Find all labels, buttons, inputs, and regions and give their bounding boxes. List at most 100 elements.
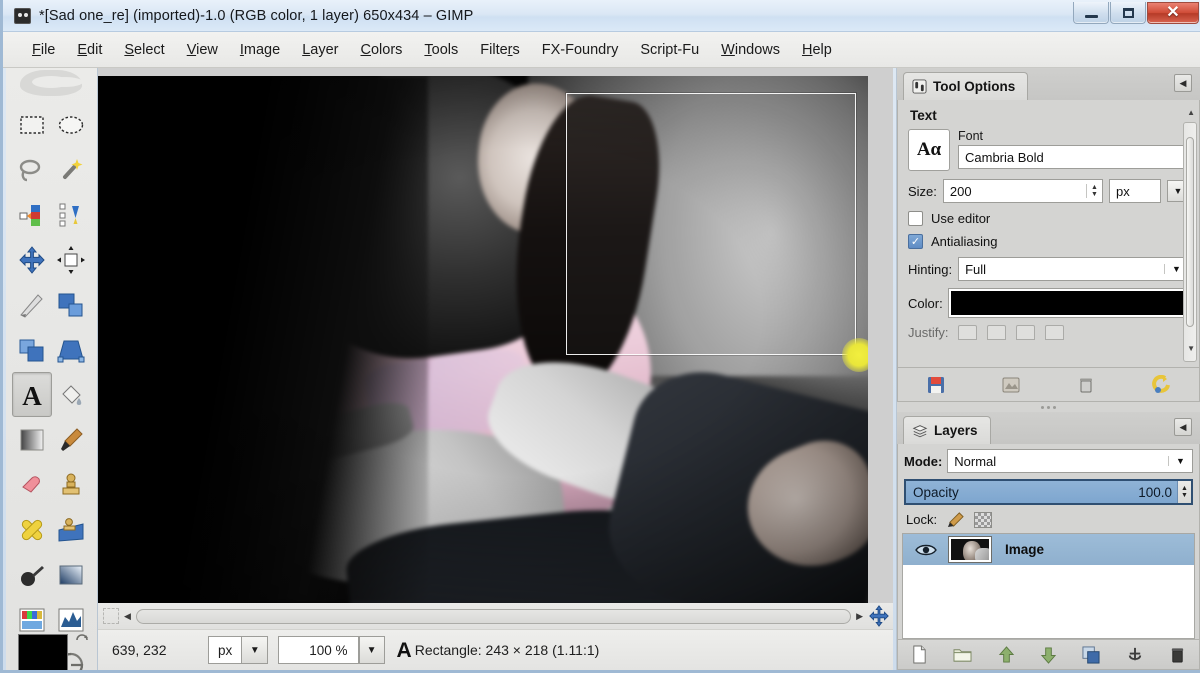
- size-unit-select[interactable]: px: [1109, 179, 1161, 203]
- justify-center-button[interactable]: [1016, 325, 1035, 340]
- image-canvas[interactable]: [98, 76, 868, 603]
- table-row[interactable]: Image: [903, 534, 1194, 565]
- tab-layers[interactable]: Layers: [903, 416, 991, 444]
- lower-layer-icon[interactable]: [1040, 646, 1057, 664]
- mode-select[interactable]: Normal ▼: [947, 449, 1193, 473]
- dock-separator-grip[interactable]: [897, 402, 1200, 412]
- size-stepper[interactable]: ▲ ▼: [1086, 184, 1102, 198]
- menu-fx-foundry[interactable]: FX-Foundry: [531, 39, 630, 61]
- size-input[interactable]: 200 ▲ ▼: [943, 179, 1103, 203]
- bucket-fill-tool[interactable]: [52, 372, 92, 417]
- rect-select-tool[interactable]: [12, 102, 52, 147]
- maximize-icon: [1123, 8, 1134, 18]
- move-tool[interactable]: [12, 237, 52, 282]
- menu-file[interactable]: File: [21, 39, 66, 61]
- hinting-select[interactable]: Full ▼: [958, 257, 1189, 281]
- tool-options-scroll-down-arrow[interactable]: ▼: [1187, 344, 1195, 353]
- hinting-label: Hinting:: [908, 262, 952, 277]
- blur-sharpen-tool[interactable]: [12, 552, 52, 597]
- tool-options-scrollbar[interactable]: [1183, 122, 1197, 362]
- text-tool[interactable]: A: [12, 372, 52, 417]
- ellipse-select-tool[interactable]: [52, 102, 92, 147]
- new-layer-group-icon[interactable]: [953, 646, 972, 663]
- layers-collapse-button[interactable]: ◀: [1174, 418, 1192, 436]
- horizontal-scrollbar[interactable]: [136, 609, 851, 624]
- menu-help[interactable]: Help: [791, 39, 843, 61]
- navigation-preview-icon[interactable]: [868, 605, 890, 627]
- perspective-clone-tool[interactable]: [52, 507, 92, 552]
- scroll-right-arrow[interactable]: ▶: [851, 611, 868, 622]
- scroll-left-arrow[interactable]: ◀: [119, 611, 136, 622]
- unit-selector[interactable]: px ▼: [208, 636, 268, 664]
- menu-tools[interactable]: Tools: [413, 39, 469, 61]
- opacity-stepper[interactable]: ▲ ▼: [1177, 481, 1191, 503]
- gradient-tool[interactable]: [12, 417, 52, 462]
- maximize-button[interactable]: [1110, 2, 1146, 24]
- antialiasing-checkbox[interactable]: ✓: [908, 234, 923, 249]
- antialiasing-row[interactable]: ✓ Antialiasing: [908, 234, 1189, 249]
- scale-tool[interactable]: [12, 327, 52, 372]
- tool-options-scroll-thumb[interactable]: [1186, 137, 1194, 327]
- menu-filters[interactable]: Filters: [469, 39, 531, 61]
- menu-script-fu[interactable]: Script-Fu: [629, 39, 710, 61]
- use-editor-checkbox[interactable]: [908, 211, 923, 226]
- menu-view[interactable]: View: [176, 39, 229, 61]
- raise-layer-icon[interactable]: [998, 646, 1015, 664]
- tool-options-collapse-button[interactable]: ◀: [1174, 74, 1192, 92]
- restore-tool-options-icon[interactable]: [1001, 375, 1021, 395]
- menu-select[interactable]: Select: [113, 39, 175, 61]
- zoom-dropdown-chevron-down-icon[interactable]: ▼: [359, 636, 385, 664]
- free-select-tool[interactable]: [12, 147, 52, 192]
- reset-tool-options-icon[interactable]: [1151, 375, 1171, 395]
- clone-tool[interactable]: [52, 462, 92, 507]
- delete-tool-options-icon[interactable]: [1076, 375, 1096, 395]
- zoom-selector[interactable]: 100 %: [278, 636, 358, 664]
- align-tool[interactable]: [52, 237, 92, 282]
- anchor-layer-icon[interactable]: [1126, 646, 1144, 664]
- paintbrush-tool[interactable]: [52, 417, 92, 462]
- new-layer-icon[interactable]: [911, 645, 928, 664]
- font-preview-button[interactable]: Aα: [908, 129, 950, 171]
- unit-dropdown-chevron-down-icon[interactable]: ▼: [241, 637, 267, 663]
- menu-layer[interactable]: Layer: [291, 39, 349, 61]
- eraser-tool[interactable]: [12, 462, 52, 507]
- menu-edit[interactable]: Edit: [66, 39, 113, 61]
- tab-tool-options[interactable]: Tool Options: [903, 72, 1028, 100]
- menu-windows[interactable]: Windows: [710, 39, 791, 61]
- dodge-burn-tool[interactable]: [52, 552, 92, 597]
- lock-pixels-icon[interactable]: [946, 511, 965, 528]
- crop-tool[interactable]: [12, 282, 52, 327]
- font-input[interactable]: Cambria Bold: [958, 145, 1189, 169]
- color-swatches[interactable]: [18, 634, 92, 670]
- rotate-tool[interactable]: [52, 282, 92, 327]
- layer-list[interactable]: Image: [902, 533, 1195, 639]
- close-button[interactable]: ✕: [1147, 2, 1199, 24]
- justify-fill-button[interactable]: [1045, 325, 1064, 340]
- heal-tool[interactable]: [12, 507, 52, 552]
- lock-alpha-icon[interactable]: [974, 512, 992, 528]
- fuzzy-select-tool[interactable]: [52, 147, 92, 192]
- save-tool-options-icon[interactable]: [926, 375, 946, 395]
- layer-visibility-toggle[interactable]: [903, 543, 949, 557]
- use-editor-row[interactable]: Use editor: [908, 211, 1189, 226]
- minimize-button[interactable]: [1073, 2, 1109, 24]
- opacity-slider[interactable]: Opacity 100.0 ▲ ▼: [904, 479, 1193, 505]
- text-color-button[interactable]: [949, 289, 1189, 317]
- justify-left-button[interactable]: [958, 325, 977, 340]
- menu-image[interactable]: Image: [229, 39, 291, 61]
- text-selection-rectangle[interactable]: [566, 93, 856, 355]
- delete-layer-icon[interactable]: [1169, 646, 1186, 664]
- size-stepper-up-icon: ▲: [1091, 184, 1098, 191]
- menu-colors[interactable]: Colors: [349, 39, 413, 61]
- quick-mask-toggle-icon[interactable]: [103, 608, 119, 624]
- duplicate-layer-icon[interactable]: [1082, 646, 1100, 664]
- mode-chevron-down-icon[interactable]: ▼: [1168, 456, 1192, 466]
- foreground-color-swatch[interactable]: [18, 634, 68, 670]
- perspective-tool[interactable]: [52, 327, 92, 372]
- scissors-select-tool[interactable]: [52, 192, 92, 237]
- tool-options-scroll-up-arrow[interactable]: ▲: [1187, 108, 1195, 117]
- justify-right-button[interactable]: [987, 325, 1006, 340]
- tool-options-button-row: [897, 368, 1200, 402]
- select-by-color-tool[interactable]: [12, 192, 52, 237]
- swap-colors-icon[interactable]: [74, 632, 90, 648]
